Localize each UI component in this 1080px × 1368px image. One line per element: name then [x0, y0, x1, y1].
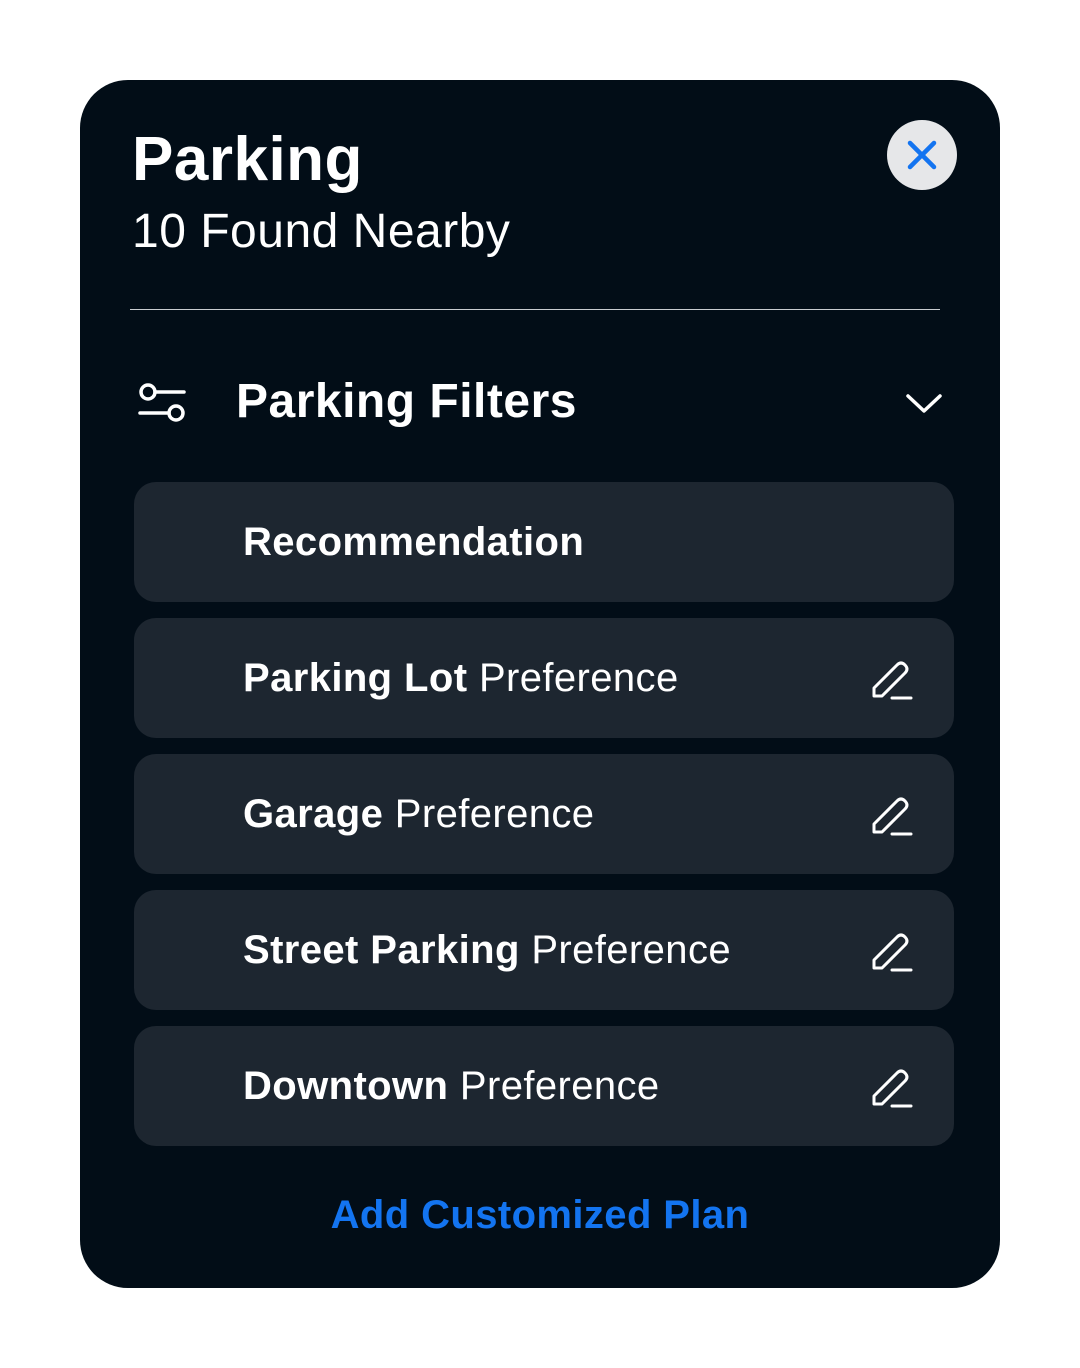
edit-icon[interactable]	[868, 1064, 914, 1110]
option-suffix: Preference	[394, 792, 595, 836]
option-label: Parking Lot Preference	[243, 618, 679, 738]
close-button[interactable]	[887, 120, 957, 190]
filter-option-street-parking[interactable]: Street Parking Preference	[134, 890, 954, 1010]
page-title: Parking	[132, 125, 363, 194]
edit-icon[interactable]	[868, 656, 914, 702]
option-label: Street Parking Preference	[243, 890, 731, 1010]
option-suffix: Preference	[459, 1064, 660, 1108]
option-name: Recommendation	[243, 520, 585, 564]
edit-icon[interactable]	[868, 928, 914, 974]
add-customized-plan-link[interactable]: Add Customized Plan	[80, 1190, 1000, 1240]
close-icon	[907, 140, 937, 170]
option-name: Parking Lot	[243, 656, 468, 700]
results-count: 10 Found Nearby	[132, 205, 511, 258]
option-label: Recommendation	[243, 482, 584, 602]
filters-heading: Parking Filters	[236, 375, 577, 428]
option-name: Street Parking	[243, 928, 520, 972]
parking-panel: Parking 10 Found Nearby Parking Filters …	[80, 80, 1000, 1288]
filter-option-downtown[interactable]: Downtown Preference	[134, 1026, 954, 1146]
filter-option-recommendation[interactable]: Recommendation	[134, 482, 954, 602]
filter-option-garage[interactable]: Garage Preference	[134, 754, 954, 874]
filter-option-parking-lot[interactable]: Parking Lot Preference	[134, 618, 954, 738]
chevron-down-icon	[906, 394, 942, 413]
option-suffix: Preference	[478, 656, 679, 700]
sliders-icon	[138, 383, 186, 422]
header-divider	[130, 309, 940, 310]
option-suffix: Preference	[531, 928, 731, 972]
edit-icon[interactable]	[868, 792, 914, 838]
option-name: Garage	[243, 792, 384, 836]
option-name: Downtown	[243, 1064, 449, 1108]
parking-filters-toggle[interactable]: Parking Filters	[132, 368, 950, 438]
option-label: Downtown Preference	[243, 1026, 660, 1146]
option-label: Garage Preference	[243, 754, 594, 874]
